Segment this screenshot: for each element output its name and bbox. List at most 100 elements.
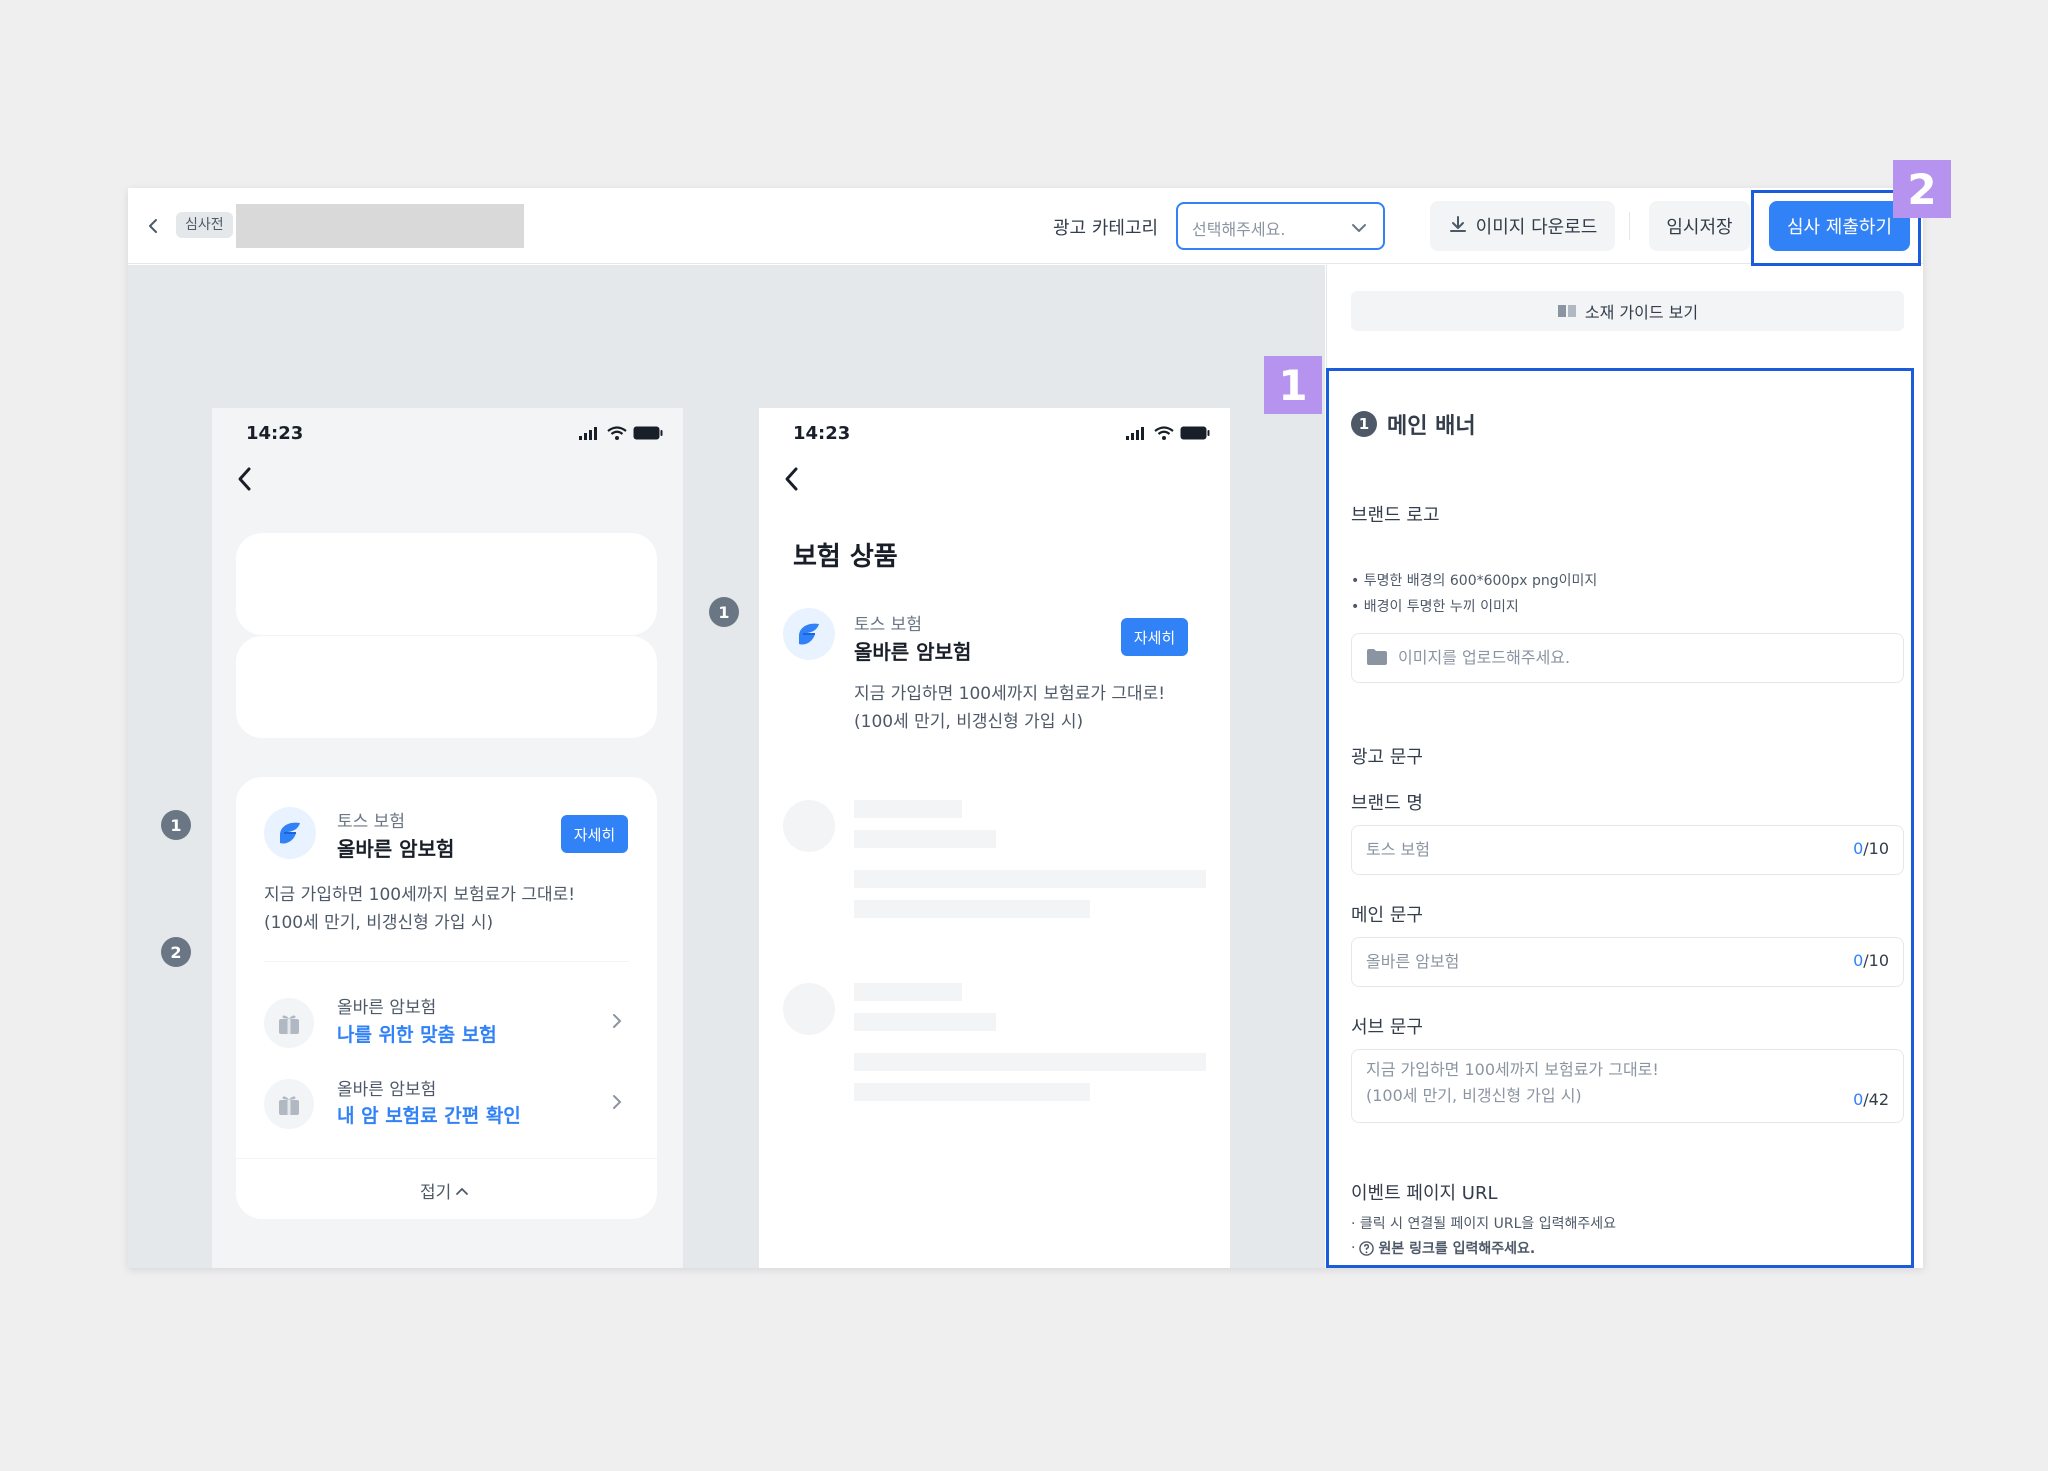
char-counter: 0/10 bbox=[1853, 839, 1889, 858]
char-count: 0 bbox=[1853, 1090, 1864, 1109]
question-circle-icon bbox=[1359, 1240, 1375, 1256]
book-icon bbox=[1557, 305, 1576, 317]
chevron-right-icon[interactable] bbox=[609, 1011, 625, 1035]
title-placeholder bbox=[236, 204, 524, 248]
char-count: 0 bbox=[1853, 839, 1864, 858]
back-arrow-icon[interactable] bbox=[234, 464, 256, 498]
submit-label: 심사 제출하기 bbox=[1786, 217, 1893, 238]
detail-button[interactable]: 자세히 bbox=[561, 815, 628, 853]
ad-copy-label: 광고 문구 bbox=[1351, 747, 1423, 768]
guide-label: 소재 가이드 보기 bbox=[1584, 303, 1699, 322]
position-marker: 1 bbox=[161, 810, 191, 840]
sub-copy: 지금 가입하면 100세까지 보험료가 그대로! (100세 만기, 비갱신형 … bbox=[264, 881, 575, 937]
gift-icon bbox=[264, 998, 314, 1048]
submit-review-button[interactable]: 심사 제출하기 bbox=[1769, 201, 1910, 251]
event-url-label: 이벤트 페이지 URL bbox=[1351, 1183, 1498, 1204]
preview-area: 14:23 토스 보험 올바른 암보험 자세히 지금 가입하면 100세까지 보… bbox=[128, 265, 1325, 1268]
row-title: 올바른 암보험 bbox=[337, 1080, 437, 1100]
skeleton-line bbox=[854, 900, 1090, 918]
sub-copy-line: (100세 만기, 비갱신형 가입 시) bbox=[854, 712, 1084, 732]
char-counter: 0/10 bbox=[1853, 951, 1889, 970]
divider bbox=[1629, 212, 1630, 240]
position-marker: 1 bbox=[709, 597, 739, 627]
wifi-icon bbox=[607, 426, 627, 440]
row-link[interactable]: 나를 위한 맞춤 보험 bbox=[337, 1020, 497, 1047]
gift-icon bbox=[264, 1079, 314, 1129]
fold-button[interactable]: 접기 bbox=[420, 1178, 469, 1203]
chevron-down-icon bbox=[1349, 218, 1369, 242]
highlight-tag-1: 1 bbox=[1264, 356, 1322, 414]
sub-copy-placeholder: (100세 만기, 비갱신형 가입 시) bbox=[1366, 1086, 1582, 1105]
brand-logo-label: 브랜드 로고 bbox=[1351, 505, 1440, 526]
skeleton-line bbox=[854, 870, 1206, 888]
image-download-button[interactable]: 이미지 다운로드 bbox=[1430, 201, 1615, 251]
temp-save-button[interactable]: 임시저장 bbox=[1649, 201, 1750, 251]
skeleton-avatar bbox=[783, 800, 835, 852]
category-select[interactable]: 선택해주세요. bbox=[1176, 202, 1385, 250]
status-time: 14:23 bbox=[793, 423, 851, 444]
chevron-right-icon[interactable] bbox=[609, 1092, 625, 1116]
skeleton-line bbox=[854, 1013, 996, 1031]
sub-copy-line: 지금 가입하면 100세까지 보험료가 그대로! bbox=[854, 684, 1166, 704]
chevron-up-icon bbox=[456, 1187, 469, 1195]
skeleton-avatar bbox=[783, 983, 835, 1035]
main-copy: 올바른 암보험 bbox=[854, 640, 972, 664]
placeholder-card bbox=[236, 636, 657, 738]
sub-copy-textarea[interactable]: 지금 가입하면 100세까지 보험료가 그대로! (100세 만기, 비갱신형 … bbox=[1351, 1049, 1904, 1123]
highlight-tag-2: 2 bbox=[1893, 160, 1951, 218]
detail-button[interactable]: 자세히 bbox=[1121, 618, 1188, 656]
char-counter: 0/42 bbox=[1853, 1090, 1889, 1109]
main-copy-input[interactable]: 올바른 암보험 0/10 bbox=[1351, 937, 1904, 987]
section-title-text: 메인 배너 bbox=[1387, 414, 1476, 439]
category-label: 광고 카테고리 bbox=[1053, 218, 1159, 239]
status-icons bbox=[579, 426, 663, 440]
brand-logo-icon bbox=[783, 608, 835, 660]
logo-hint: • 배경이 투명한 누끼 이미지 bbox=[1351, 599, 1519, 615]
battery-icon bbox=[633, 426, 663, 440]
download-label: 이미지 다운로드 bbox=[1475, 217, 1598, 238]
signal-icon bbox=[579, 427, 597, 440]
event-hint: · 클릭 시 연결될 페이지 URL을 입력해주세요 bbox=[1351, 1216, 1617, 1232]
main-copy-placeholder: 올바른 암보험 bbox=[1366, 952, 1460, 971]
folder-icon bbox=[1366, 648, 1388, 670]
event-hint: · 원본 링크를 입력해주세요. bbox=[1351, 1238, 1535, 1258]
section-title: 1 메인 배너 bbox=[1351, 408, 1476, 440]
sub-copy-line: 지금 가입하면 100세까지 보험료가 그대로! bbox=[264, 885, 576, 905]
char-max: /10 bbox=[1863, 839, 1889, 858]
row-title: 올바른 암보험 bbox=[337, 998, 437, 1018]
skeleton-line bbox=[854, 983, 962, 1001]
banner-card: 토스 보험 올바른 암보험 자세히 지금 가입하면 100세까지 보험료가 그대… bbox=[236, 777, 657, 1219]
brand-name-label: 브랜드 명 bbox=[1351, 793, 1423, 814]
brand-logo-icon bbox=[264, 807, 316, 859]
signal-icon bbox=[1126, 427, 1144, 440]
event-hint-bold: 원본 링크를 입력해주세요. bbox=[1378, 1241, 1536, 1257]
upload-placeholder: 이미지를 업로드해주세요. bbox=[1398, 648, 1571, 667]
editor-window: 심사전 광고 카테고리 선택해주세요. 이미지 다운로드 임시저장 심사 제출하… bbox=[128, 188, 1923, 1268]
status-time: 14:23 bbox=[246, 423, 304, 444]
category-placeholder: 선택해주세요. bbox=[1192, 220, 1286, 239]
battery-icon bbox=[1180, 426, 1210, 440]
back-chevron-icon[interactable] bbox=[142, 214, 166, 238]
back-arrow-icon[interactable] bbox=[781, 464, 803, 498]
material-guide-button[interactable]: 소재 가이드 보기 bbox=[1351, 291, 1904, 331]
logo-upload-field[interactable]: 이미지를 업로드해주세요. bbox=[1351, 633, 1904, 683]
brand-name: 토스 보험 bbox=[337, 812, 405, 832]
brand-name-placeholder: 토스 보험 bbox=[1366, 840, 1430, 859]
divider bbox=[236, 1158, 657, 1159]
main-copy: 올바른 암보험 bbox=[337, 837, 455, 861]
skeleton-line bbox=[854, 830, 996, 848]
wifi-icon bbox=[1154, 426, 1174, 440]
phone-preview-expanded: 14:23 토스 보험 올바른 암보험 자세히 지금 가입하면 100세까지 보… bbox=[212, 408, 683, 1268]
char-max: /10 bbox=[1863, 951, 1889, 970]
download-icon bbox=[1448, 214, 1468, 239]
sub-copy-line: (100세 만기, 비갱신형 가입 시) bbox=[264, 913, 494, 933]
skeleton-line bbox=[854, 1083, 1090, 1101]
settings-panel: 소재 가이드 보기 1 메인 배너 브랜드 로고 • 투명한 배경의 600*6… bbox=[1326, 265, 1923, 1268]
char-max: /42 bbox=[1863, 1090, 1889, 1109]
row-link[interactable]: 내 암 보험료 간편 확인 bbox=[337, 1101, 521, 1128]
skeleton-line bbox=[854, 800, 962, 818]
status-icons bbox=[1126, 426, 1210, 440]
brand-name-input[interactable]: 토스 보험 0/10 bbox=[1351, 825, 1904, 875]
divider bbox=[264, 961, 629, 962]
sub-copy-label: 서브 문구 bbox=[1351, 1017, 1423, 1038]
